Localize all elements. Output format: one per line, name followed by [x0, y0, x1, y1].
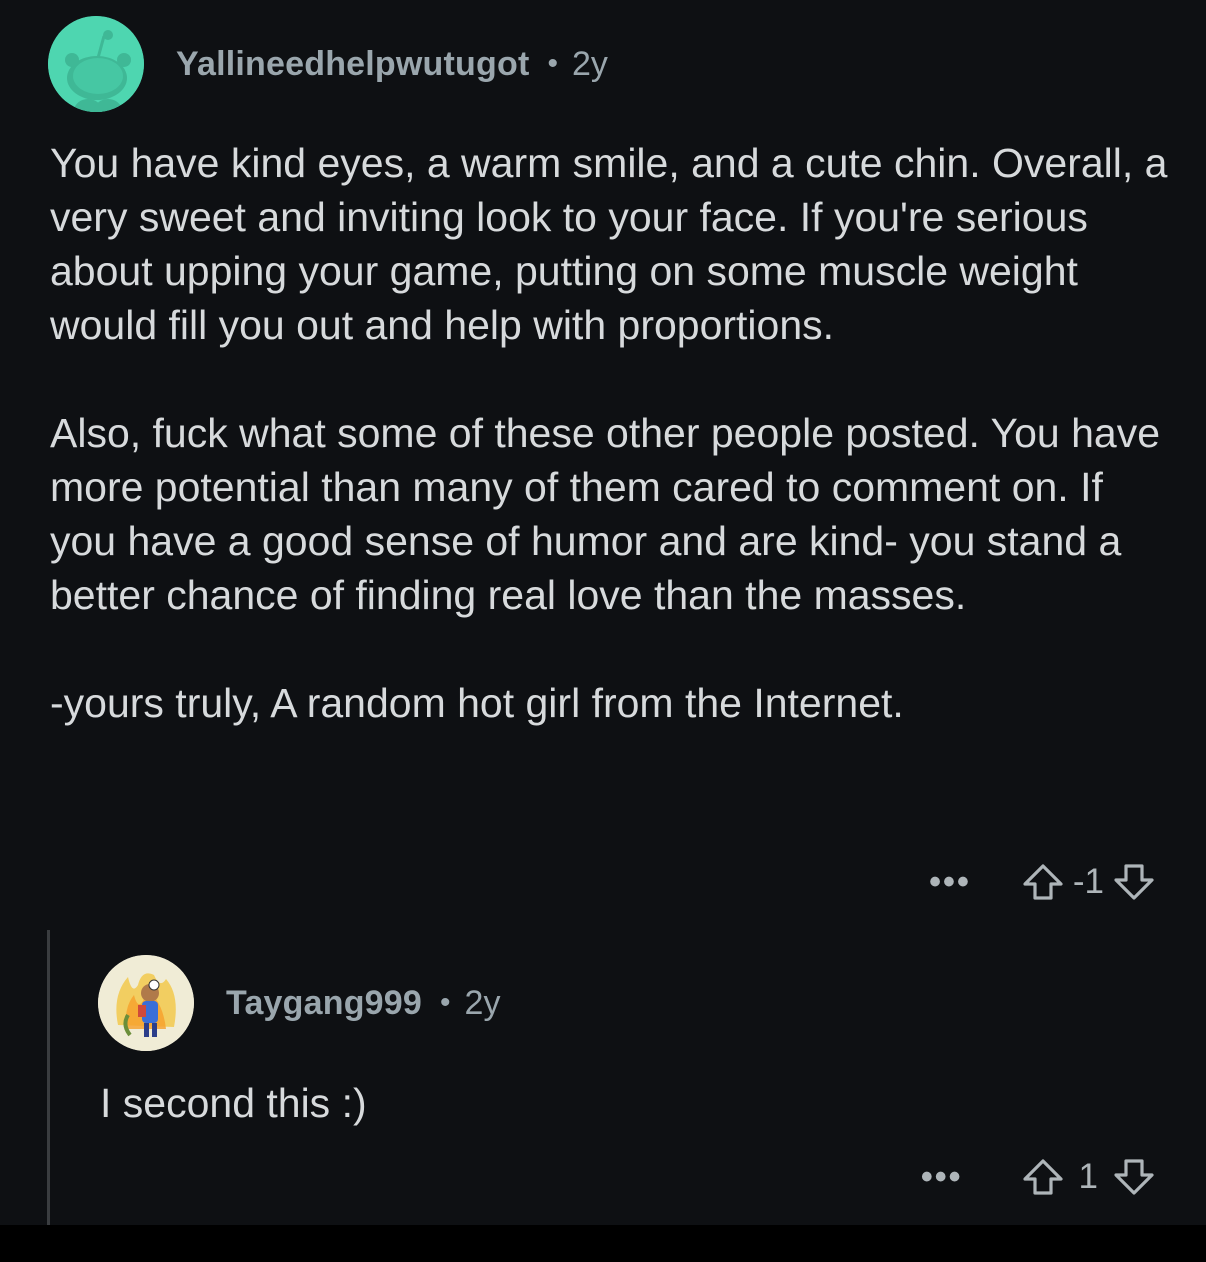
comment-header: Taygang999 • 2y — [98, 955, 500, 1051]
comment-paragraph: Also, fuck what some of these other peop… — [50, 410, 1161, 618]
comment-body: You have kind eyes, a warm smile, and a … — [50, 136, 1180, 730]
comment-header: Yallineedhelpwutugot • 2y — [48, 16, 608, 112]
meta-separator: • — [440, 986, 451, 1019]
snoo-avatar[interactable] — [48, 16, 144, 112]
comment-body: I second this :) — [100, 1076, 1160, 1130]
downvote-arrow-icon[interactable] — [1112, 860, 1156, 904]
more-options-icon[interactable]: ••• — [921, 1160, 963, 1194]
downvote-arrow-icon[interactable] — [1112, 1155, 1156, 1199]
comment-age: 2y — [571, 44, 608, 83]
upvote-arrow-icon[interactable] — [1021, 860, 1065, 904]
more-options-icon[interactable]: ••• — [929, 865, 971, 899]
comment-paragraph: I second this :) — [100, 1080, 367, 1126]
thread-line[interactable] — [47, 930, 50, 1225]
vote-score: -1 — [1072, 862, 1104, 901]
bottom-bar — [0, 1225, 1206, 1262]
comment-paragraph: -yours truly, A random hot girl from the… — [50, 680, 904, 726]
comment-actions: ••• 1 — [921, 1155, 1156, 1199]
vote-score: 1 — [1078, 1157, 1098, 1196]
comment-actions: ••• -1 — [929, 860, 1156, 904]
cartoon-avatar-icon — [98, 955, 194, 1051]
upvote-arrow-icon[interactable] — [1021, 1155, 1065, 1199]
comment-paragraph: You have kind eyes, a warm smile, and a … — [50, 140, 1168, 348]
comment-username[interactable]: Taygang999 — [226, 984, 422, 1023]
snoo-avatar-icon — [48, 16, 144, 112]
comment-username[interactable]: Yallineedhelpwutugot — [176, 45, 529, 84]
user-avatar[interactable] — [98, 955, 194, 1051]
comment-age: 2y — [464, 983, 501, 1022]
meta-separator: • — [547, 47, 558, 80]
